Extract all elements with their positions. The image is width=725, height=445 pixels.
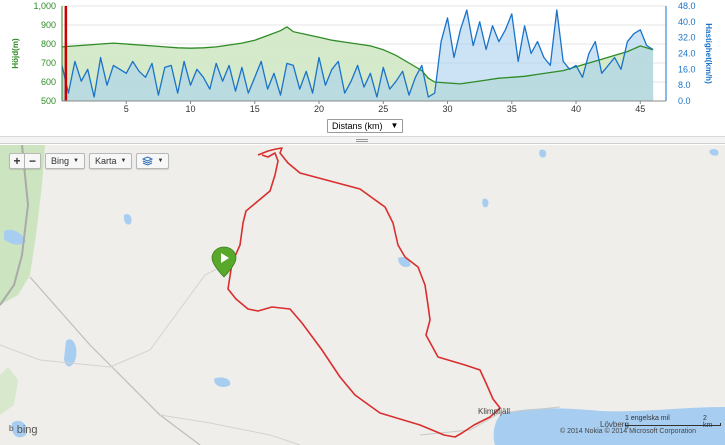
- bing-logo: ᵇ bing: [9, 423, 38, 437]
- road: [0, 262, 229, 368]
- y-right-tick-label: 40.0: [678, 17, 696, 27]
- y-right-tick-label: 16.0: [678, 64, 696, 74]
- forest-area: [0, 367, 18, 415]
- panel-splitter[interactable]: [0, 137, 725, 144]
- lake: [709, 148, 719, 156]
- lake: [539, 149, 547, 158]
- y-left-axis-title: Höjd(m): [11, 38, 20, 69]
- scale-bar: [625, 423, 721, 426]
- map-provider-label: Bing: [51, 156, 70, 166]
- map-view[interactable]: + − Bing ▼ Karta ▼ ▼ Klimpfjäll Lövberg …: [0, 145, 725, 445]
- zoom-in-button[interactable]: +: [9, 153, 25, 169]
- map-type-label: Karta: [94, 156, 117, 166]
- x-tick-label: 45: [635, 104, 645, 114]
- y-right-tick-label: 48.0: [678, 1, 696, 11]
- route-track: [227, 147, 501, 438]
- map-type-dropdown[interactable]: Karta ▼: [88, 153, 133, 169]
- y-right-tick-label: 24.0: [678, 49, 696, 59]
- y-left-tick-label: 500: [41, 96, 56, 106]
- scale-km-label: 2 km: [703, 415, 713, 429]
- y-right-axis-title: Hastighet(km/h): [704, 23, 713, 84]
- elevation-speed-chart: 1,000 900 800 700 600 500 48.0 40.0 32.0 24.0 16.0…: [11, 1, 713, 114]
- road: [29, 276, 201, 445]
- grip-icon: [356, 139, 368, 142]
- lake: [123, 214, 132, 225]
- lake: [398, 257, 411, 268]
- y-left-tick-label: 700: [41, 58, 56, 68]
- lake: [482, 198, 489, 208]
- x-tick-label: 10: [186, 104, 196, 114]
- x-tick-label: 5: [124, 104, 129, 114]
- chart-panel: 1,000 900 800 700 600 500 48.0 40.0 32.0 24.0 16.0…: [0, 0, 725, 137]
- x-axis-select[interactable]: Distans (km) ▼: [327, 119, 404, 133]
- chevron-down-icon: ▼: [390, 121, 399, 130]
- chevron-down-icon: ▼: [73, 158, 79, 164]
- start-marker[interactable]: [211, 246, 237, 278]
- y-left-tick-label: 800: [41, 39, 56, 49]
- x-tick-label: 30: [443, 104, 453, 114]
- map-scale: 1 engelska mil 2 km: [625, 415, 721, 429]
- x-axis-select-label: Distans (km): [332, 121, 383, 131]
- lake: [214, 377, 231, 387]
- chevron-down-icon: ▼: [157, 158, 164, 164]
- x-tick-label: 15: [250, 104, 260, 114]
- map-copyright: © 2014 Nokia © 2014 Microsoft Corporatio…: [560, 428, 696, 435]
- x-tick-label: 40: [571, 104, 581, 114]
- y-left-tick-label: 600: [41, 77, 56, 87]
- map-toolbar: + − Bing ▼ Karta ▼ ▼: [9, 153, 170, 169]
- map-provider-dropdown[interactable]: Bing ▼: [45, 153, 85, 169]
- y-left-tick-label: 1,000: [33, 1, 56, 11]
- map-canvas[interactable]: [0, 145, 725, 445]
- bing-logo-text: bing: [16, 424, 38, 436]
- y-right-tick-label: 0.0: [678, 96, 691, 106]
- y-left-tick-label: 900: [41, 20, 56, 30]
- bing-icon: ᵇ: [9, 423, 14, 437]
- x-tick-label: 25: [378, 104, 388, 114]
- scale-mile-label: 1 engelska mil: [625, 415, 670, 422]
- layers-icon: [142, 156, 154, 166]
- x-tick-label: 35: [507, 104, 517, 114]
- layers-dropdown[interactable]: ▼: [136, 153, 170, 169]
- x-tick-label: 20: [314, 104, 324, 114]
- zoom-out-button[interactable]: −: [25, 153, 41, 169]
- zoom-controls: + −: [9, 153, 41, 169]
- y-right-tick-label: 32.0: [678, 33, 696, 43]
- y-right-tick-label: 8.0: [678, 80, 691, 90]
- place-label: Klimpfjäll: [478, 407, 511, 416]
- forest-area: [0, 145, 45, 305]
- chevron-down-icon: ▼: [120, 158, 127, 164]
